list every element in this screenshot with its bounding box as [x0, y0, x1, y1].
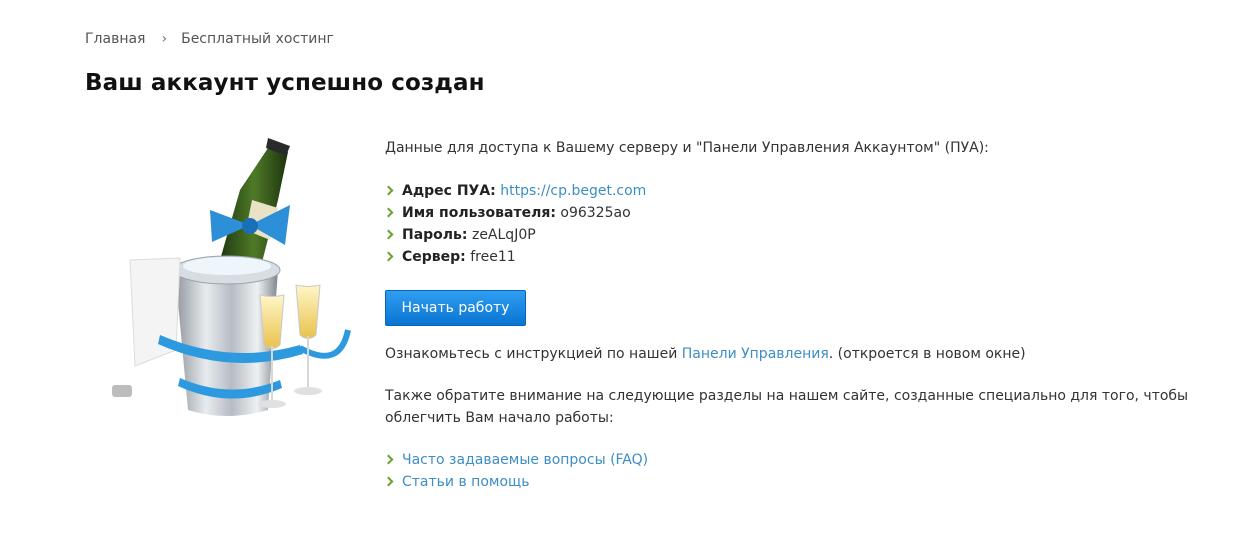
articles-link[interactable]: Статьи в помощь	[402, 474, 529, 490]
help-links-list: Часто задаваемые вопросы (FAQ) Статьи в …	[385, 449, 1238, 493]
start-work-button[interactable]: Начать работу	[385, 290, 526, 326]
list-item: Сервер: free11	[385, 246, 1238, 268]
chevron-right-icon: ›	[161, 31, 168, 47]
instructions-before: Ознакомьтесь с инструкцией по нашей	[385, 346, 682, 362]
champagne-bucket-illustration	[112, 138, 351, 416]
breadcrumb-home-link[interactable]: Главная	[85, 31, 145, 47]
list-item: Пароль: zeALqJ0P	[385, 224, 1238, 246]
list-item: Статьи в помощь	[385, 471, 1238, 493]
panel-url-label: Адрес ПУА:	[402, 183, 496, 199]
username-label: Имя пользователя:	[402, 205, 556, 221]
server-label: Сервер:	[402, 249, 466, 265]
control-panel-link[interactable]: Панели Управления	[682, 346, 829, 362]
list-item: Имя пользователя: o96325ao	[385, 202, 1238, 224]
password-value: zeALqJ0P	[471, 227, 536, 243]
breadcrumb: Главная › Бесплатный хостинг	[85, 31, 334, 47]
list-item: Адрес ПУА: https://cp.beget.com	[385, 180, 1238, 202]
username-value: o96325ao	[560, 205, 631, 221]
also-note-text: Также обратите внимание на следующие раз…	[385, 388, 1189, 426]
page-title: Ваш аккаунт успешно создан	[85, 70, 485, 96]
access-intro-text: Данные для доступа к Вашему серверу и "П…	[385, 140, 989, 156]
list-item: Часто задаваемые вопросы (FAQ)	[385, 449, 1238, 471]
breadcrumb-current: Бесплатный хостинг	[181, 31, 334, 47]
instructions-text: Ознакомьтесь с инструкцией по нашей Пане…	[385, 343, 1238, 365]
credentials-list: Адрес ПУА: https://cp.beget.com Имя поль…	[385, 180, 1238, 268]
faq-link[interactable]: Часто задаваемые вопросы (FAQ)	[402, 452, 648, 468]
account-info: Данные для доступа к Вашему серверу и "П…	[385, 138, 1238, 493]
instructions-after: . (откроется в новом окне)	[828, 346, 1026, 362]
panel-url-link[interactable]: https://cp.beget.com	[500, 183, 646, 199]
server-value: free11	[470, 249, 516, 265]
password-label: Пароль:	[402, 227, 468, 243]
